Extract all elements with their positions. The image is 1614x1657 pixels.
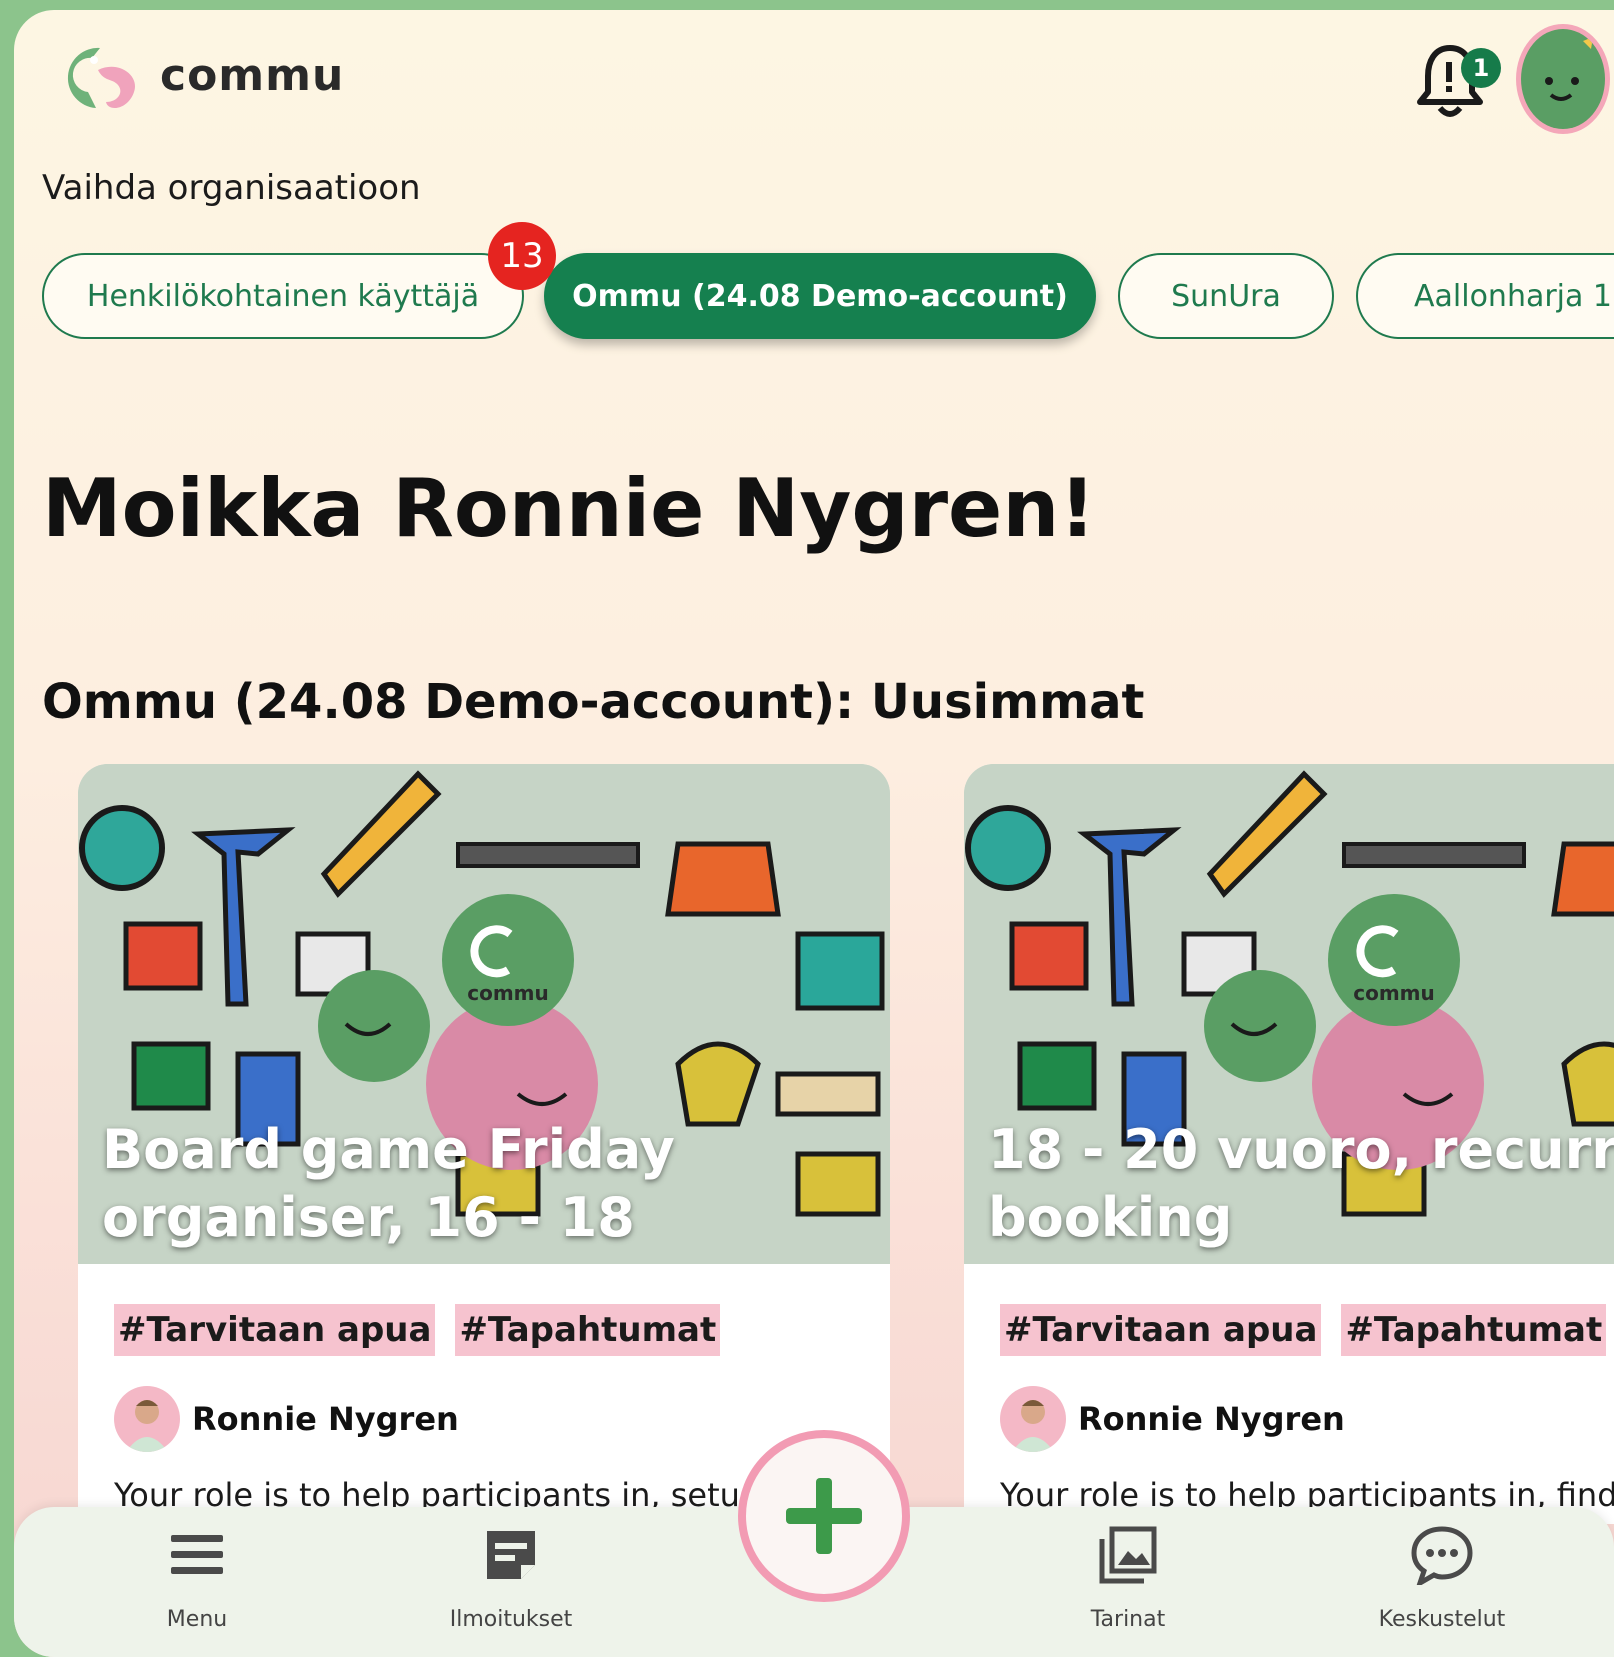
author-avatar	[114, 1386, 180, 1452]
nav-notices-label: Ilmoitukset	[449, 1607, 573, 1632]
nav-menu[interactable]: Menu	[97, 1525, 297, 1632]
nav-chats-label: Keskustelut	[1378, 1607, 1506, 1632]
gallery-icon	[1099, 1526, 1157, 1584]
create-post-button[interactable]	[738, 1430, 910, 1602]
author-name: Ronnie Nygren	[192, 1400, 459, 1438]
post-author[interactable]: Ronnie Nygren	[114, 1386, 459, 1452]
nav-notices[interactable]: Ilmoitukset	[411, 1525, 611, 1632]
author-avatar	[1000, 1386, 1066, 1452]
section-title: Ommu (24.08 Demo-account): Uusimmat	[42, 674, 1145, 730]
post-tags: #Tarvitaan apua #Tapahtumat	[1000, 1304, 1607, 1356]
post-card-title: Board game Friday organiser, 16 - 18	[102, 1118, 675, 1249]
person-photo-icon	[126, 1400, 168, 1452]
nav-stories-label: Tarinat	[1090, 1607, 1166, 1632]
post-card-image: commu Board game Friday organiser, 16 - …	[78, 764, 890, 1264]
post-tags: #Tarvitaan apua #Tapahtumat	[114, 1304, 721, 1356]
chat-icon	[1411, 1526, 1473, 1585]
hamburger-icon	[171, 1535, 223, 1574]
author-name: Ronnie Nygren	[1078, 1400, 1345, 1438]
nav-chats[interactable]: Keskustelut	[1342, 1525, 1542, 1632]
person-photo-icon	[1012, 1400, 1054, 1452]
tag-events[interactable]: #Tapahtumat	[455, 1304, 721, 1356]
org-chip-row: Henkilökohtainen käyttäjä Ommu (24.08 De…	[42, 253, 1614, 343]
nav-menu-label: Menu	[166, 1607, 228, 1632]
notice-icon	[487, 1531, 535, 1579]
org-chip-personal[interactable]: Henkilökohtainen käyttäjä	[42, 253, 524, 339]
tag-help-needed[interactable]: #Tarvitaan apua	[114, 1304, 436, 1356]
post-card-image: commu 18 - 20 vuoro, recurring booking	[964, 764, 1614, 1264]
post-card[interactable]: commu 18 - 20 vuoro, recurring booking #…	[964, 764, 1614, 1524]
avatar-face-icon	[1545, 37, 1593, 101]
plus-icon	[786, 1478, 862, 1554]
unread-count-badge: 13	[488, 222, 556, 290]
org-chip-ommu[interactable]: Ommu (24.08 Demo-account)	[544, 253, 1096, 339]
card-image-logo-text: commu	[1353, 981, 1435, 1005]
user-avatar[interactable]	[1516, 24, 1610, 134]
page-title: Moikka Ronnie Nygren!	[42, 462, 1096, 555]
nav-stories[interactable]: Tarinat	[1028, 1525, 1228, 1632]
tag-help-needed[interactable]: #Tarvitaan apua	[1000, 1304, 1322, 1356]
post-card-title: 18 - 20 vuoro, recurring booking	[988, 1118, 1614, 1249]
brand-name: commu	[160, 50, 345, 101]
post-author[interactable]: Ronnie Nygren	[1000, 1386, 1345, 1452]
tag-events[interactable]: #Tapahtumat	[1341, 1304, 1607, 1356]
app-frame: commu 1 Vaihda organisaatioon Henkilökoh…	[14, 10, 1614, 1657]
commu-logo-icon	[67, 47, 136, 108]
org-chip-aallonharja[interactable]: Aallonharja 1	[1356, 253, 1614, 339]
post-card[interactable]: commu Board game Friday organiser, 16 - …	[78, 764, 890, 1524]
org-chip-sunura[interactable]: SunUra	[1118, 253, 1334, 339]
card-image-logo-text: commu	[467, 981, 549, 1005]
switch-org-label: Vaihda organisaatioon	[42, 168, 421, 208]
notification-count-badge: 1	[1461, 48, 1501, 88]
